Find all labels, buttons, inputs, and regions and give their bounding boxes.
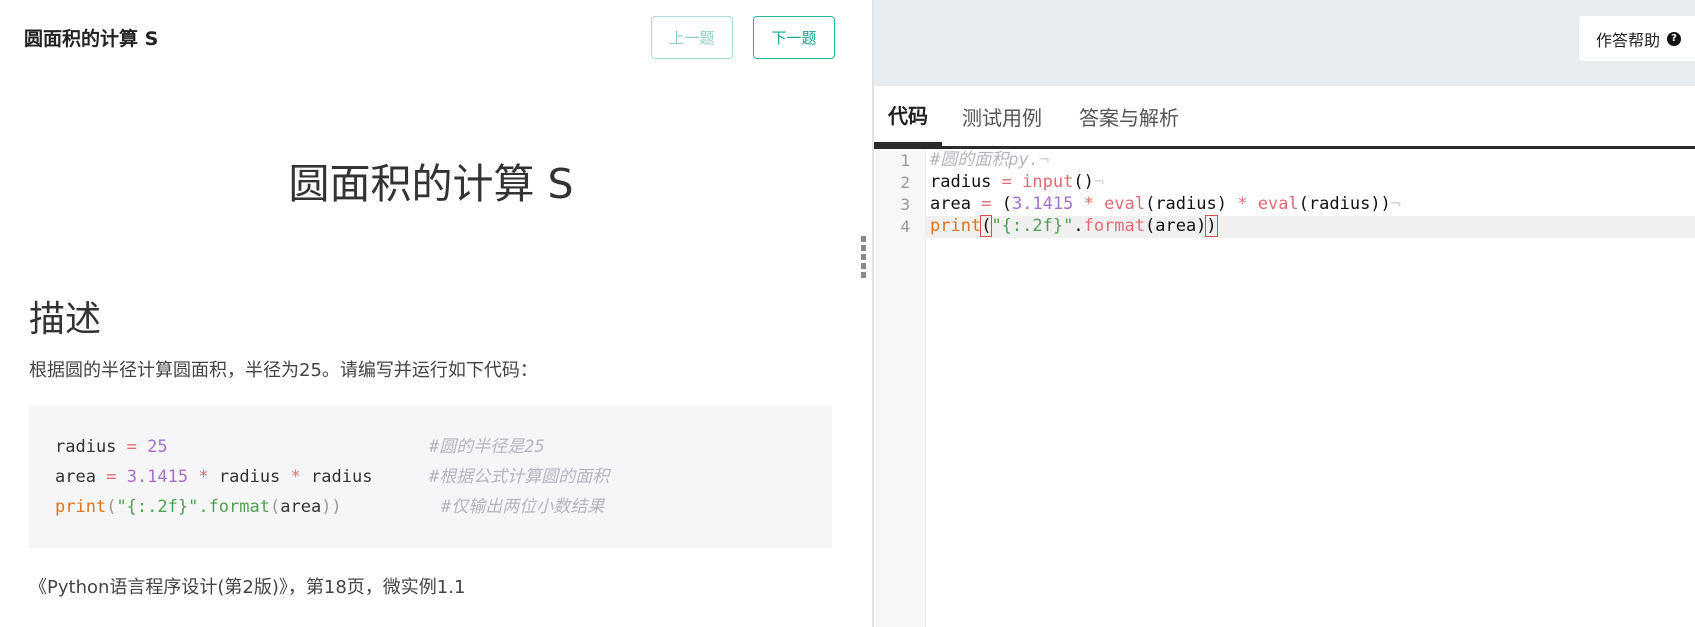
code-token: ( [1001, 194, 1012, 214]
code-token: * [290, 467, 301, 487]
code-token: area [55, 467, 96, 487]
editor-code-line[interactable]: print("{:.2f}".format(area)) [930, 215, 1218, 238]
problem-pane: 圆面积的计算 S 上一题 下一题 圆面积的计算 S 描述 根据圆的半径计算圆面积… [0, 0, 872, 627]
code-token: * [1237, 194, 1248, 214]
code-token: . [1073, 216, 1084, 236]
code-token: ( [106, 497, 117, 517]
code-comment: #圆的面积py. [930, 150, 1039, 170]
code-token: eval [1104, 194, 1146, 214]
code-comment: #仅输出两位小数结果 [441, 497, 605, 517]
code-token: format [1083, 216, 1145, 236]
editor-code-line[interactable]: #圆的面积py.¬ [930, 149, 1049, 172]
editor-code-line[interactable]: area = (3.1415 * eval(radius) * eval(rad… [930, 193, 1401, 216]
code-token: ( [980, 215, 993, 237]
next-question-button[interactable]: 下一题 [753, 16, 835, 59]
code-token: input [1022, 172, 1074, 192]
line-number-gutter: 1 2 3 4 [874, 149, 926, 627]
code-token: radius [218, 467, 281, 487]
code-token: radius [55, 437, 117, 457]
question-circle-icon: ? [1667, 31, 1682, 46]
editor-tabs: 代码 测试用例 答案与解析 [874, 86, 1695, 149]
code-token: (radius)) [1298, 194, 1391, 214]
code-token: 3.1415 [126, 467, 189, 487]
code-token: = [981, 194, 992, 214]
code-token: (radius) [1145, 194, 1227, 214]
code-token: .format [198, 497, 270, 517]
example-code-line: print("{:.2f}".format(area)) #仅输出两位小数结果 [55, 492, 832, 522]
drag-handle-icon[interactable] [861, 236, 867, 282]
answer-help-button[interactable]: 作答帮助 ? [1579, 16, 1695, 61]
line-number: 4 [900, 217, 910, 236]
code-token: 3.1415 [1011, 194, 1074, 214]
code-token: radius [930, 172, 992, 192]
source-reference: 《Python语言程序设计(第2版)》，第18页，微实例1.1 [29, 577, 466, 598]
code-token: = [1001, 172, 1012, 192]
problem-title: 圆面积的计算 S [288, 160, 574, 208]
code-token: * [1083, 194, 1094, 214]
code-token: area [280, 497, 322, 517]
line-number: 3 [900, 195, 910, 214]
code-token: "{:.2f}" [991, 216, 1074, 236]
help-label: 作答帮助 [1596, 30, 1661, 50]
code-comment: #根据公式计算圆的面积 [429, 467, 610, 487]
line-number: 2 [900, 173, 910, 192]
code-token: "{:.2f}" [116, 497, 199, 517]
tab-test-cases[interactable]: 测试用例 [962, 86, 1042, 146]
editor-header: 作答帮助 ? [874, 0, 1695, 86]
code-token: ( [269, 497, 281, 517]
code-token: ) [1205, 215, 1218, 237]
code-token: radius [311, 467, 373, 487]
tab-answer-analysis[interactable]: 答案与解析 [1079, 86, 1179, 146]
code-token: () [1073, 172, 1094, 192]
code-token: print [55, 497, 107, 517]
description-heading: 描述 [29, 299, 102, 340]
code-token: * [198, 467, 209, 487]
header-title: 圆面积的计算 S [24, 28, 159, 50]
example-code-block: radius = 25 #圆的半径是25 area = 3.1415 * radi… [29, 405, 832, 548]
editor-code-line[interactable]: radius = input()¬ [930, 171, 1104, 194]
example-code-line: area = 3.1415 * radius * radius #根据公式计算圆的… [55, 462, 832, 492]
editor-pane: 作答帮助 ? 代码 测试用例 答案与解析 1 2 3 4 #圆的面积py.¬ r… [874, 0, 1695, 627]
code-token: area [930, 194, 971, 214]
code-token: = [106, 467, 117, 487]
code-token: print [930, 216, 982, 236]
eol-marker: ¬ [1038, 150, 1050, 170]
code-token: )) [321, 497, 342, 517]
eol-marker: ¬ [1390, 194, 1402, 214]
prev-question-button[interactable]: 上一题 [651, 16, 733, 59]
eol-marker: ¬ [1093, 172, 1105, 192]
code-editor[interactable]: 1 2 3 4 #圆的面积py.¬ radius = input()¬ area… [874, 149, 1695, 627]
tab-code[interactable]: 代码 [874, 86, 942, 146]
code-token: eval [1257, 194, 1299, 214]
example-code-line: radius = 25 #圆的半径是25 [55, 432, 832, 462]
code-token: 25 [147, 437, 168, 457]
code-comment: #圆的半径是25 [429, 437, 545, 457]
code-token: = [126, 437, 137, 457]
line-number: 1 [900, 151, 910, 170]
code-token: (area) [1145, 216, 1207, 236]
description-text: 根据圆的半径计算圆面积，半径为25。请编写并运行如下代码： [29, 360, 538, 381]
